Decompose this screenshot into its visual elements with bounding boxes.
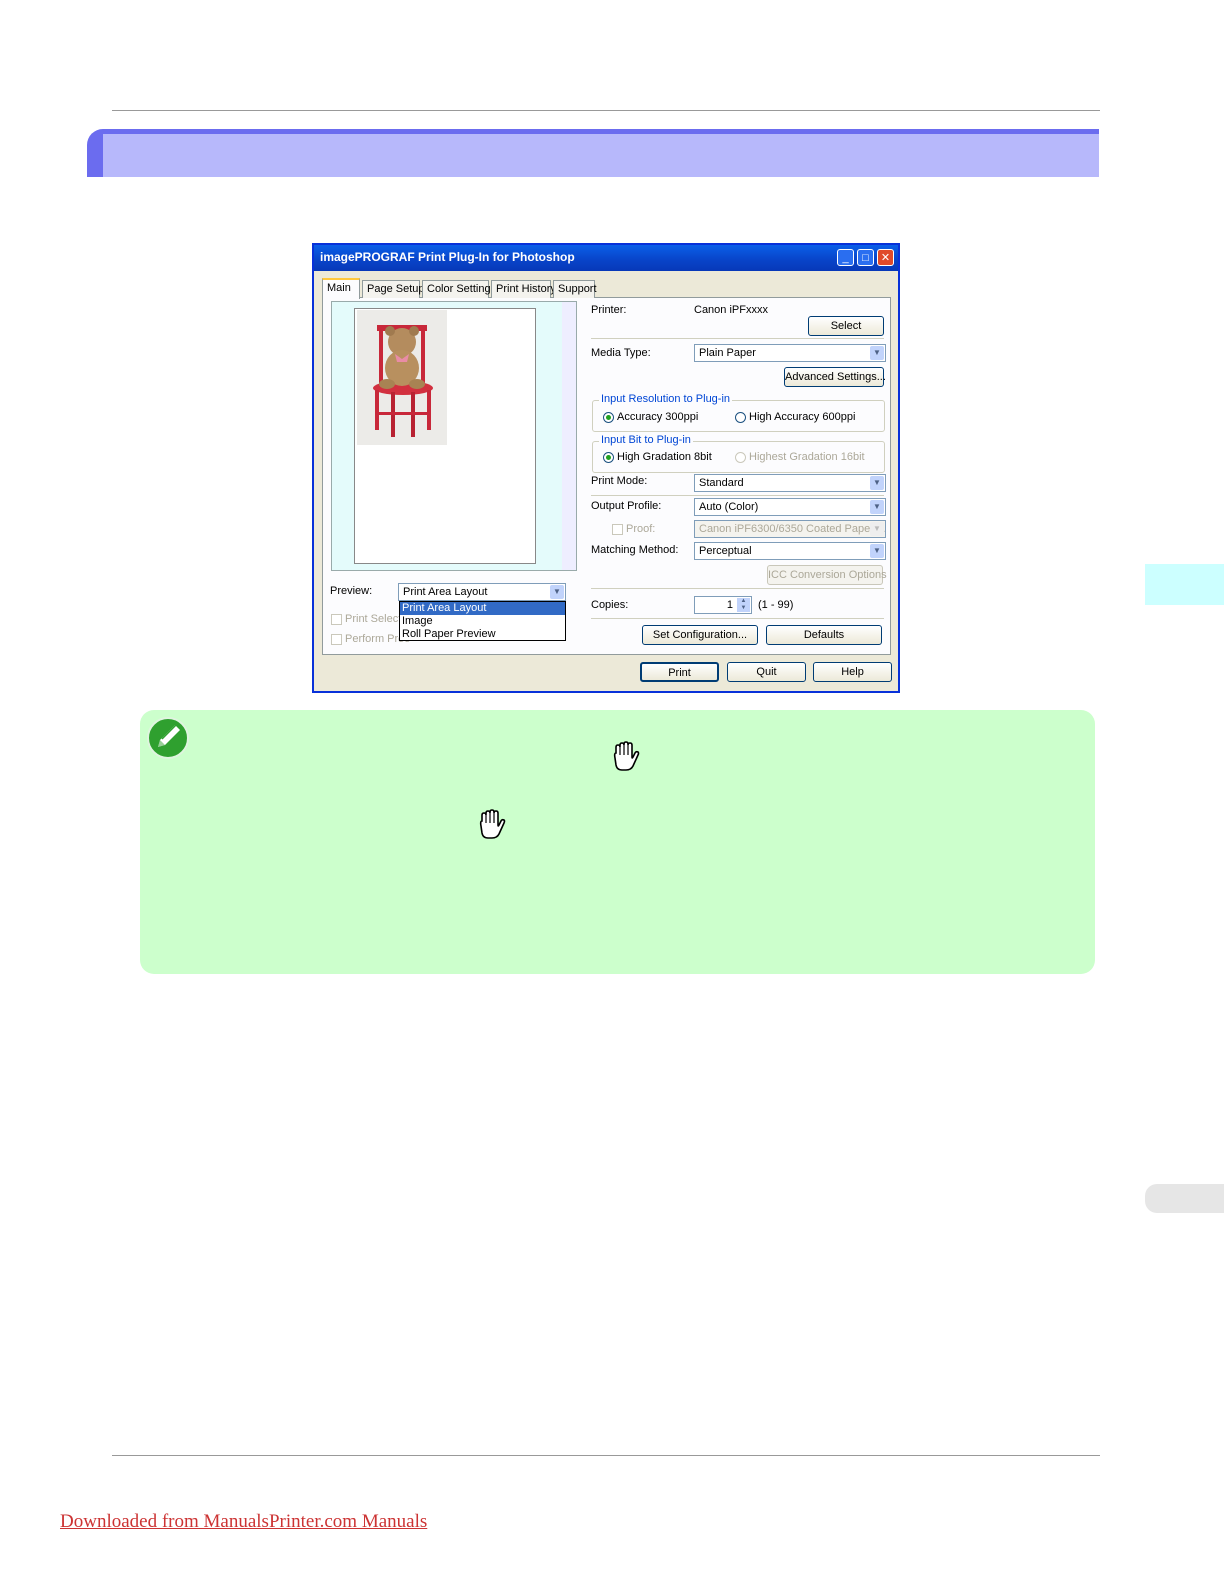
- icc-conversion-options-button[interactable]: ICC Conversion Options: [767, 565, 887, 585]
- header-rule: [112, 110, 1100, 111]
- teddy-bear-image: [357, 310, 447, 445]
- close-icon[interactable]: ✕: [877, 249, 894, 266]
- hand-cursor-icon: [479, 809, 506, 839]
- copies-range: (1 - 99): [758, 599, 794, 611]
- chevron-down-icon: ▼: [870, 522, 884, 536]
- matching-method-label: Matching Method:: [591, 544, 679, 556]
- high-accuracy-600-radio[interactable]: [735, 412, 746, 423]
- separator: [591, 618, 884, 619]
- perform-proof-checkbox[interactable]: [331, 634, 342, 645]
- tab-print-history[interactable]: Print History: [491, 280, 556, 298]
- preview-select[interactable]: Print Area Layout ▼: [398, 583, 566, 601]
- tab-color-settings[interactable]: Color Settings: [422, 280, 496, 298]
- select-printer-button[interactable]: Select: [808, 316, 884, 336]
- output-profile-value: Auto (Color): [699, 501, 759, 513]
- preview-label: Preview:: [330, 585, 373, 597]
- proof-select[interactable]: Canon iPF6300/6350 Coated Paper (... ▼: [694, 520, 886, 538]
- dialog-title-bar[interactable]: imagePROGRAF Print Plug-In for Photoshop…: [314, 245, 898, 271]
- dropdown-option-roll-paper-preview[interactable]: Roll Paper Preview: [400, 628, 565, 641]
- output-profile-label: Output Profile:: [591, 500, 662, 512]
- hand-cursor-icon: [613, 741, 640, 771]
- tab-support[interactable]: Support: [553, 280, 597, 298]
- print-mode-value: Standard: [699, 477, 744, 489]
- highest-gradation-16bit-radio[interactable]: [735, 452, 746, 463]
- separator: [591, 495, 884, 496]
- chevron-down-icon: ▼: [870, 500, 884, 514]
- proof-checkbox[interactable]: [612, 524, 623, 535]
- tab-main[interactable]: Main: [322, 278, 360, 299]
- index-side-tab: [1145, 1184, 1224, 1213]
- highest-gradation-16bit-label: Highest Gradation 16bit: [749, 451, 865, 463]
- high-gradation-8bit-label: High Gradation 8bit: [617, 451, 712, 463]
- media-type-label: Media Type:: [591, 347, 651, 359]
- chevron-down-icon: ▼: [870, 476, 884, 490]
- chevron-down-icon: ▼: [870, 544, 884, 558]
- pencil-note-icon: [147, 717, 189, 759]
- accuracy-300-radio[interactable]: [603, 412, 614, 423]
- print-plugin-dialog: imagePROGRAF Print Plug-In for Photoshop…: [312, 243, 900, 693]
- output-profile-select[interactable]: Auto (Color) ▼: [694, 498, 886, 516]
- input-bit-caption: Input Bit to Plug-in: [599, 434, 693, 446]
- dialog-title: imagePROGRAF Print Plug-In for Photoshop: [320, 250, 575, 264]
- input-resolution-caption: Input Resolution to Plug-in: [599, 393, 733, 405]
- print-selected-checkbox[interactable]: [331, 614, 342, 625]
- print-mode-label: Print Mode:: [591, 475, 648, 487]
- printer-label: Printer:: [591, 304, 627, 316]
- advanced-settings-button[interactable]: Advanced Settings...: [784, 367, 886, 387]
- tab-page-setup[interactable]: Page Setup: [362, 280, 425, 298]
- print-button[interactable]: Print: [640, 662, 719, 682]
- chevron-down-icon: ▼: [870, 346, 884, 360]
- chapter-side-tab: [1145, 564, 1224, 605]
- spin-down-icon[interactable]: ▼: [737, 605, 750, 612]
- matching-method-select[interactable]: Perceptual ▼: [694, 542, 886, 560]
- copies-value: 1: [726, 599, 733, 611]
- proof-label: Proof:: [626, 523, 656, 535]
- preview-select-value: Print Area Layout: [403, 586, 488, 598]
- dropdown-option-print-area-layout[interactable]: Print Area Layout: [400, 602, 565, 615]
- high-gradation-8bit-radio[interactable]: [603, 452, 614, 463]
- minimize-icon[interactable]: _: [837, 249, 854, 266]
- copies-label: Copies:: [591, 599, 629, 611]
- matching-method-value: Perceptual: [699, 545, 752, 557]
- maximize-icon[interactable]: □: [857, 249, 874, 266]
- dropdown-option-image[interactable]: Image: [400, 615, 565, 628]
- spin-up-icon[interactable]: ▲: [737, 598, 750, 605]
- set-configuration-button[interactable]: Set Configuration...: [642, 625, 758, 645]
- printer-value: Canon iPFxxxx: [694, 304, 768, 316]
- accuracy-300-label: Accuracy 300ppi: [617, 411, 699, 423]
- high-accuracy-600-label: High Accuracy 600ppi: [749, 411, 856, 423]
- separator: [591, 338, 884, 339]
- chevron-down-icon: ▼: [550, 585, 564, 599]
- quit-button[interactable]: Quit: [727, 662, 806, 682]
- download-source-link[interactable]: Downloaded from ManualsPrinter.com Manua…: [60, 1511, 427, 1533]
- media-type-select[interactable]: Plain Paper ▼: [694, 344, 886, 362]
- separator: [591, 588, 884, 589]
- section-banner: [87, 129, 1099, 177]
- help-button[interactable]: Help: [813, 662, 892, 682]
- defaults-button[interactable]: Defaults: [766, 625, 882, 645]
- preview-scrollbar[interactable]: [562, 302, 576, 570]
- media-type-value: Plain Paper: [699, 347, 756, 359]
- proof-value: Canon iPF6300/6350 Coated Paper (...: [699, 523, 886, 535]
- print-mode-select[interactable]: Standard ▼: [694, 474, 886, 492]
- preview-dropdown-list: Print Area Layout Image Roll Paper Previ…: [399, 601, 566, 641]
- copies-stepper[interactable]: 1 ▲ ▼: [694, 596, 752, 614]
- footer-rule: [112, 1455, 1100, 1456]
